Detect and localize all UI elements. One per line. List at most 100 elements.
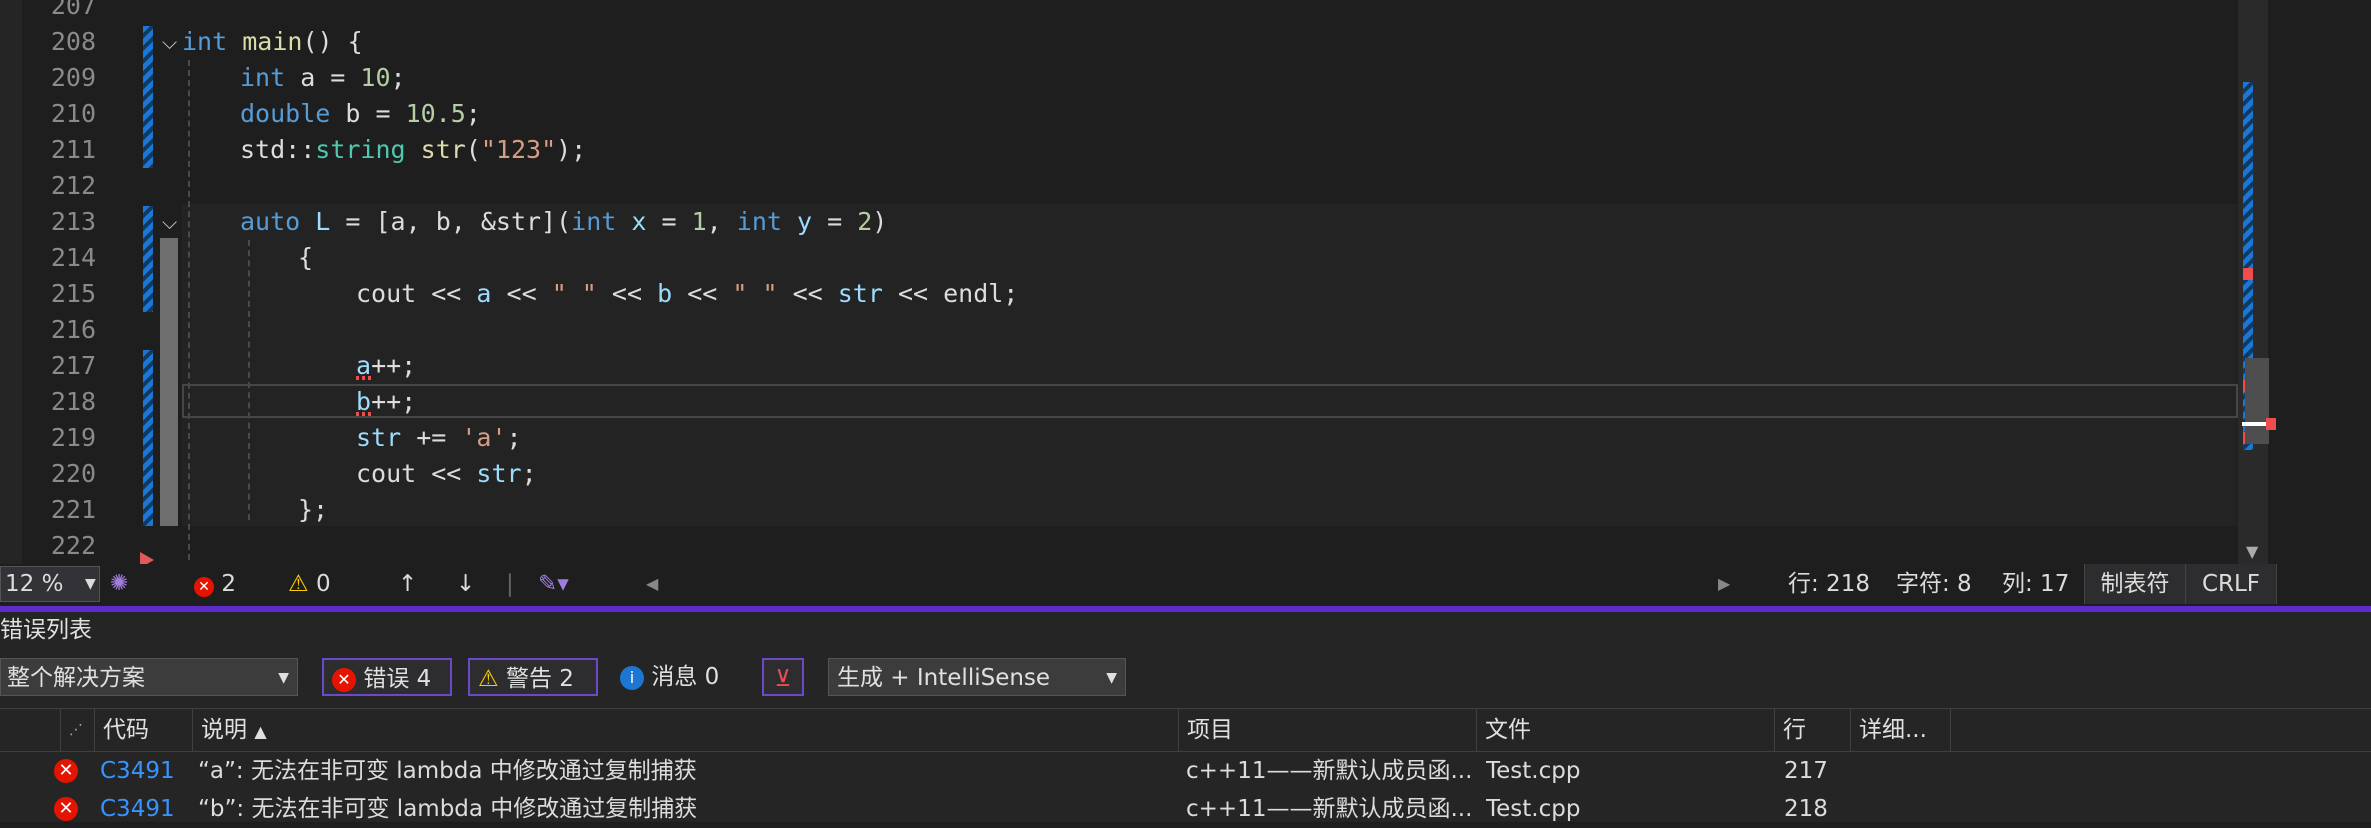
error-file: Test.cpp bbox=[1486, 758, 1581, 784]
line-number: 209 bbox=[50, 63, 96, 92]
arrow-icon bbox=[140, 552, 154, 564]
separator: | bbox=[506, 571, 514, 597]
info-icon: i bbox=[620, 665, 644, 690]
scroll-down-icon[interactable]: ▼ bbox=[2246, 542, 2258, 561]
code-cleanup-icon[interactable]: ✎▾ bbox=[538, 564, 569, 604]
line-number: 216 bbox=[50, 315, 96, 344]
next-issue-button[interactable]: ↓ bbox=[456, 564, 475, 604]
warning-icon: ⚠ bbox=[288, 571, 309, 597]
indent-guide bbox=[188, 60, 190, 560]
fold-icon[interactable]: ⌵ bbox=[162, 212, 182, 232]
error-file: Test.cpp bbox=[1486, 796, 1581, 822]
scrollbar-error-mark bbox=[2243, 268, 2253, 280]
column-indicator[interactable]: 列: 17 bbox=[2002, 564, 2069, 604]
filter-icon[interactable]: ⊻ bbox=[762, 658, 804, 696]
messages-filter-button[interactable]: i 消息 0 bbox=[620, 658, 750, 696]
column-header-description-label: 说明 bbox=[201, 717, 247, 743]
error-project: c++11——新默认成员函... bbox=[1186, 796, 1473, 822]
change-marker bbox=[143, 26, 153, 168]
column-header-detail[interactable]: 详细... bbox=[1850, 709, 1950, 751]
panel-title: 错误列表 bbox=[0, 617, 92, 643]
fold-icon[interactable]: ⌵ bbox=[162, 32, 182, 52]
warnings-filter-button[interactable]: ⚠ 警告 2 bbox=[468, 658, 598, 696]
errors-filter-label: 错误 4 bbox=[363, 666, 432, 692]
error-code-link[interactable]: C3491 bbox=[100, 752, 175, 790]
error-count-value: 2 bbox=[221, 571, 236, 597]
column-header-file[interactable]: 文件 bbox=[1476, 709, 1774, 751]
error-list-header: ⋰ 代码 说明 ▲ 项目 文件 行 详细... bbox=[0, 708, 2371, 752]
table-row[interactable]: ✕ C3491 “b”: 无法在非可变 lambda 中修改通过复制捕获 c++… bbox=[0, 790, 2371, 828]
column-divider bbox=[1950, 709, 1959, 751]
code-editor[interactable]: 207 208 209 210 211 212 213 214 215 216 … bbox=[0, 0, 2371, 564]
error-line: 217 bbox=[1784, 758, 1828, 784]
code-line: cout << a << " " << b << " " << str << e… bbox=[356, 279, 1019, 308]
line-number: 218 bbox=[50, 387, 96, 416]
error-squiggle bbox=[356, 412, 374, 416]
previous-issue-button[interactable]: ↑ bbox=[398, 564, 417, 604]
code-line: }; bbox=[298, 495, 329, 524]
change-marker bbox=[143, 350, 153, 526]
scroll-right-icon[interactable]: ▶ bbox=[1718, 564, 1730, 604]
error-icon: ✕ bbox=[54, 759, 78, 783]
column-picker-icon[interactable]: ⋰ bbox=[60, 709, 94, 751]
line-number: 220 bbox=[50, 459, 96, 488]
char-indicator[interactable]: 字符: 8 bbox=[1896, 564, 1972, 604]
line-number: 217 bbox=[50, 351, 96, 380]
error-count[interactable]: ✕ 2 bbox=[194, 564, 236, 604]
column-header-project[interactable]: 项目 bbox=[1178, 709, 1476, 751]
line-number: 222 bbox=[50, 531, 96, 560]
line-number: 207 bbox=[50, 0, 96, 20]
selection-margin bbox=[160, 238, 178, 526]
line-number: 213 bbox=[50, 207, 96, 236]
line-ending-indicator[interactable]: CRLF bbox=[2186, 564, 2277, 604]
warning-count-value: 0 bbox=[315, 571, 331, 597]
build-filter-value: 生成 + IntelliSense bbox=[837, 665, 1051, 691]
scope-dropdown[interactable]: 整个解决方案 ▼ bbox=[0, 658, 298, 696]
error-squiggle bbox=[356, 376, 374, 380]
chevron-down-icon: ▼ bbox=[278, 670, 289, 686]
error-list-panel: 错误列表 整个解决方案 ▼ ✕ 错误 4 ⚠ 警告 2 i 消息 0 ⊻ 生成 … bbox=[0, 612, 2371, 822]
line-number: 208 bbox=[50, 27, 96, 56]
column-header-description[interactable]: 说明 ▲ bbox=[192, 709, 1178, 751]
warning-icon: ⚠ bbox=[478, 666, 499, 692]
build-filter-dropdown[interactable]: 生成 + IntelliSense ▼ bbox=[828, 658, 1126, 696]
line-number: 214 bbox=[50, 243, 96, 272]
error-code-link[interactable]: C3491 bbox=[100, 790, 175, 828]
chevron-down-icon: ▼ bbox=[1106, 670, 1117, 686]
column-header-line[interactable]: 行 bbox=[1774, 709, 1850, 751]
line-number: 210 bbox=[50, 99, 96, 128]
editor-margin bbox=[0, 0, 22, 564]
table-row[interactable]: ✕ C3491 “a”: 无法在非可变 lambda 中修改通过复制捕获 c++… bbox=[0, 752, 2371, 790]
indent-guide bbox=[248, 240, 250, 520]
warning-count[interactable]: ⚠ 0 bbox=[288, 564, 331, 604]
code-line: int a = 10; bbox=[240, 63, 406, 92]
error-description: “a”: 无法在非可变 lambda 中修改通过复制捕获 bbox=[198, 758, 697, 784]
scrollbar-error-mark bbox=[2266, 418, 2276, 430]
code-line: str += 'a'; bbox=[356, 423, 522, 452]
editor-status-bar: 12 % ▼ ✺ ✕ 2 ⚠ 0 ↑ ↓ | ✎▾ ◀ ▶ 行: 218 字符: … bbox=[0, 564, 2371, 604]
intellicode-icon[interactable]: ✺ bbox=[110, 564, 128, 604]
zoom-dropdown[interactable]: 12 % ▼ bbox=[0, 566, 100, 602]
column-header-code[interactable]: 代码 bbox=[94, 709, 192, 751]
line-indicator[interactable]: 行: 218 bbox=[1788, 564, 1870, 604]
sort-ascending-icon: ▲ bbox=[254, 722, 267, 741]
errors-filter-button[interactable]: ✕ 错误 4 bbox=[322, 658, 452, 696]
code-line: double b = 10.5; bbox=[240, 99, 481, 128]
line-number: 215 bbox=[50, 279, 96, 308]
messages-filter-label: 消息 0 bbox=[651, 664, 720, 690]
tabs-indicator[interactable]: 制表符 bbox=[2084, 564, 2186, 604]
error-line: 218 bbox=[1784, 796, 1828, 822]
code-line: cout << str; bbox=[356, 459, 537, 488]
code-line: { bbox=[298, 243, 314, 272]
change-marker bbox=[143, 206, 153, 312]
error-icon: ✕ bbox=[54, 797, 78, 821]
scope-value: 整个解决方案 bbox=[7, 665, 145, 691]
code-line: int main() { bbox=[182, 27, 363, 56]
error-icon: ✕ bbox=[332, 667, 356, 692]
code-line: std::string str("123"); bbox=[240, 135, 587, 164]
error-project: c++11——新默认成员函... bbox=[1186, 758, 1473, 784]
scroll-left-icon[interactable]: ◀ bbox=[646, 564, 658, 604]
line-number: 219 bbox=[50, 423, 96, 452]
line-number: 221 bbox=[50, 495, 96, 524]
scrollbar-thumb[interactable] bbox=[2245, 358, 2269, 444]
